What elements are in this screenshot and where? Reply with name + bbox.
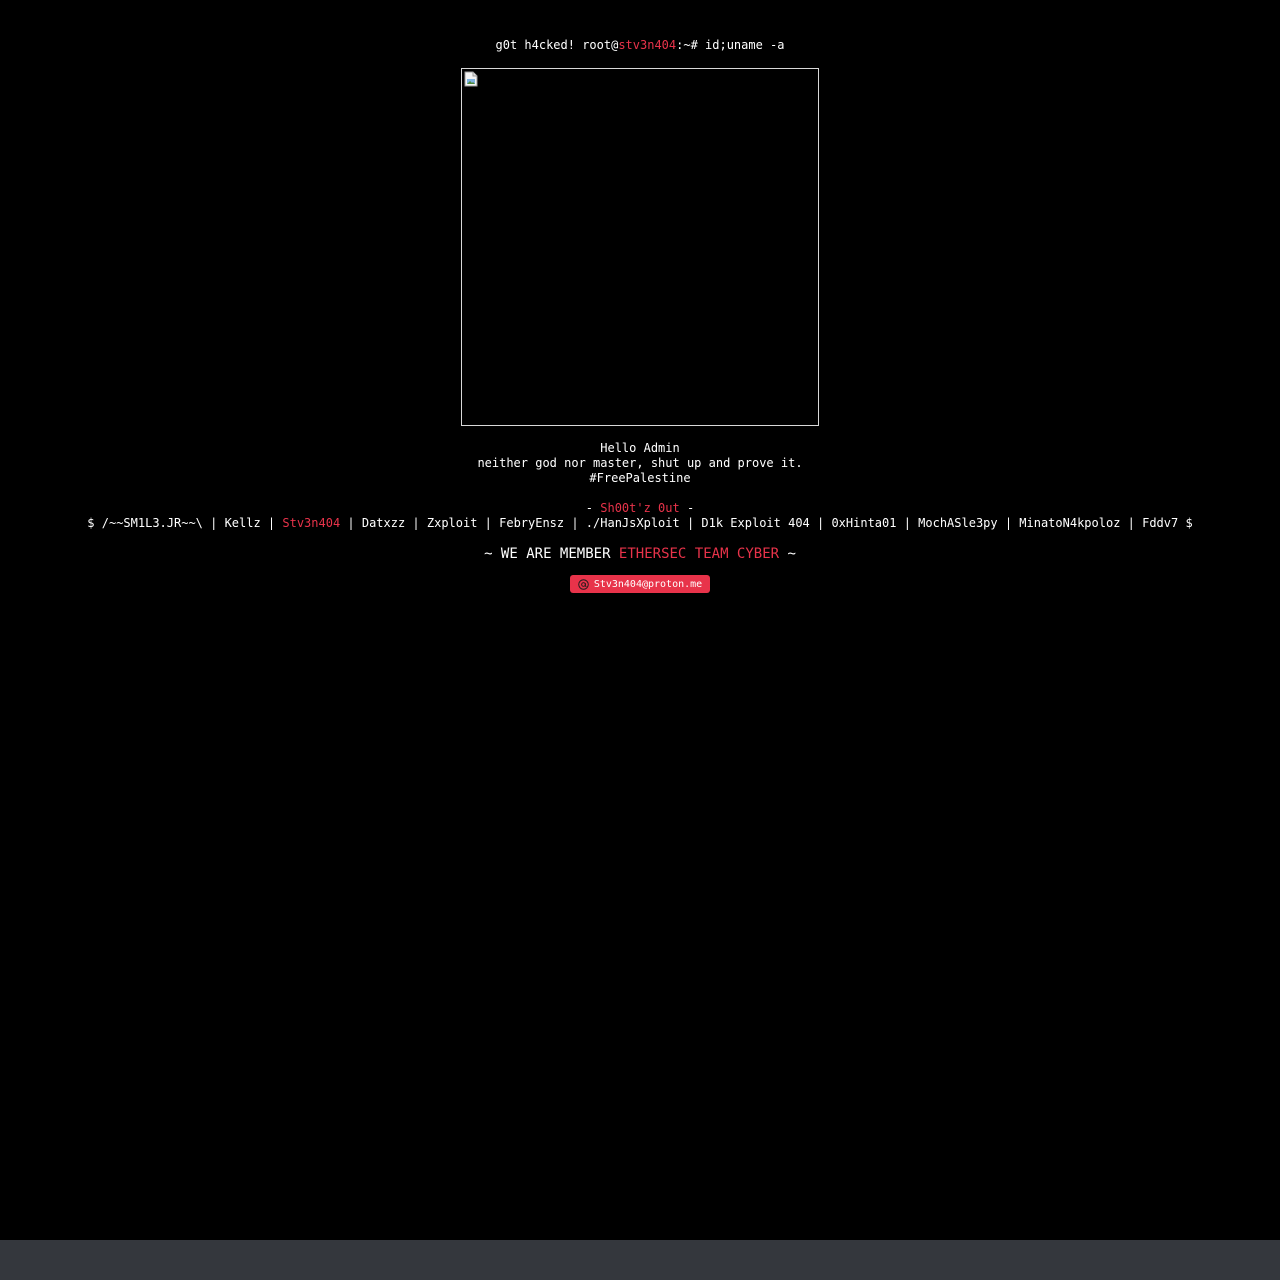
broken-image	[461, 68, 819, 426]
prompt-command: :~# id;uname -a	[676, 38, 785, 52]
team-suffix: ~	[779, 546, 796, 562]
message-block: Hello Admin neither god nor master, shut…	[0, 441, 1280, 486]
email-contact-link[interactable]: Stv3n404@proton.me	[570, 575, 710, 593]
team-prefix: ~ WE ARE MEMBER	[484, 546, 619, 562]
team-line: ~ WE ARE MEMBER ETHERSEC TEAM CYBER ~	[0, 545, 1280, 563]
deface-page: g0t h4cked! root@stv3n404:~# id;uname -a…	[0, 0, 1280, 1240]
hashtag-text: #FreePalestine	[589, 471, 691, 485]
shoutout-dash-left: -	[585, 501, 601, 515]
prompt-host: stv3n404	[618, 38, 677, 52]
bottom-bar	[0, 1240, 1280, 1280]
shoutout-names-after: | Datxzz | Zxploit | FebryEnsz | ./HanJs…	[340, 516, 1193, 530]
greeting-text: Hello Admin	[600, 441, 680, 455]
mail-at-icon	[578, 578, 589, 590]
shoutout-heading: - Sh00t'z 0ut -	[0, 501, 1280, 516]
shoutout-dash-right: -	[679, 501, 695, 515]
shoutout-highlighted-name: Stv3n404	[282, 516, 341, 530]
broken-image-icon	[464, 71, 478, 87]
prompt-prefix: g0t h4cked! root@	[495, 38, 619, 52]
terminal-prompt: g0t h4cked! root@stv3n404:~# id;uname -a	[0, 37, 1280, 53]
shoutout-title: Sh00t'z 0ut	[600, 501, 680, 515]
motto-text: neither god nor master, shut up and prov…	[477, 456, 803, 470]
team-name: ETHERSEC TEAM CYBER	[618, 546, 780, 562]
email-address: Stv3n404@proton.me	[593, 578, 703, 590]
shoutout-names-before: $ /~~SM1L3.JR~~\ | Kellz |	[87, 516, 283, 530]
shoutout-list: $ /~~SM1L3.JR~~\ | Kellz | Stv3n404 | Da…	[0, 516, 1280, 531]
